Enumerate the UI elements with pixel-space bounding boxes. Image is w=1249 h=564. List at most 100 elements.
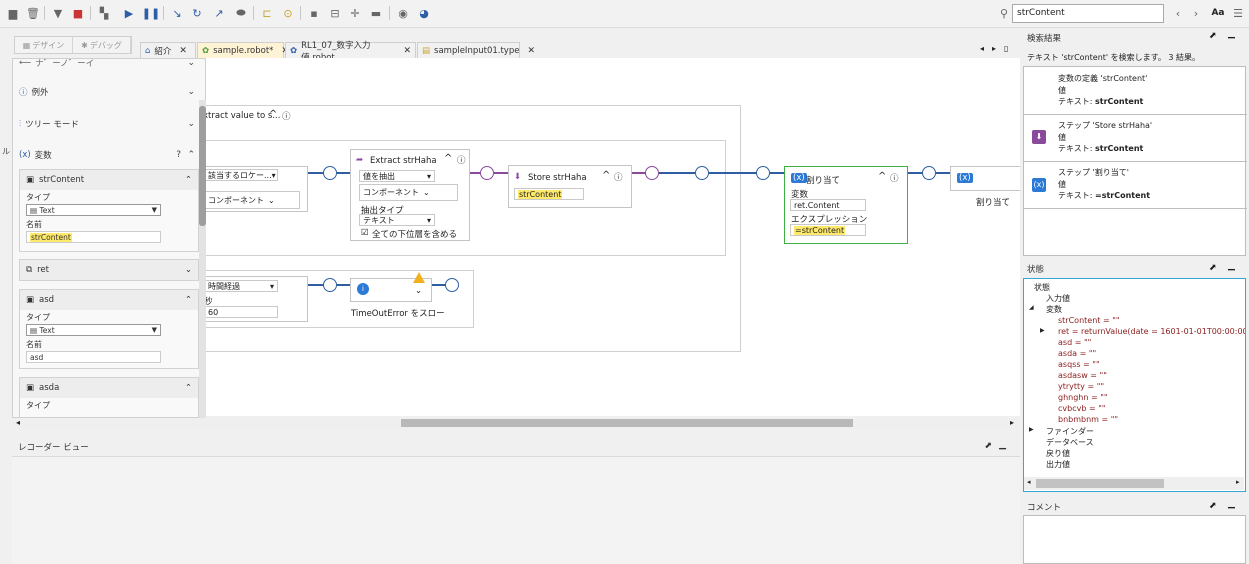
state-return[interactable]: 戻り値 (1046, 448, 1070, 459)
state-hscroll-thumb[interactable] (1036, 479, 1164, 488)
state-var[interactable]: strContent = "" (1058, 316, 1120, 325)
timer-value-field[interactable]: 60 (206, 306, 278, 318)
variable-header[interactable]: ▣ strContent ⌃ (20, 170, 198, 190)
tab-intro[interactable]: ⌂ 紹介 ✕ (140, 42, 196, 59)
next-result-icon[interactable]: › (1188, 5, 1204, 21)
delete-icon[interactable]: 🗑 (25, 5, 41, 21)
grid-icon[interactable]: ▪ (306, 5, 322, 21)
assign-var-field[interactable]: ret.Content (790, 199, 866, 211)
pin-icon[interactable]: ⬈ (984, 441, 992, 451)
tab-design[interactable]: ▦ デザイン (15, 37, 73, 53)
tab-debug[interactable]: ✱ デバッグ (73, 37, 131, 53)
minimize-icon[interactable]: ▁ (1228, 499, 1235, 509)
scroll-tabs-right-icon[interactable]: ▸ (992, 44, 996, 53)
collapsed-icon[interactable]: ▶ (1029, 426, 1034, 433)
pause-icon[interactable]: ❚❚ (142, 5, 160, 21)
pin-icon[interactable]: ⬈ (1209, 263, 1217, 273)
name-field[interactable]: strContent (26, 231, 161, 243)
tab-rl1-robot[interactable]: ✿ RL1_07_数字入力値.robot ✕ (285, 41, 416, 63)
comment-textarea[interactable] (1023, 515, 1246, 564)
extract-select[interactable]: 値を抽出 ▾ (359, 170, 435, 182)
globe-icon[interactable]: ◉ (395, 5, 411, 21)
store-value-field[interactable]: strContent (514, 188, 584, 200)
chevron-down-icon[interactable]: ⌄ (415, 286, 422, 296)
state-input[interactable]: 入力値 (1046, 293, 1070, 304)
flow-node[interactable] (480, 166, 494, 180)
timer-icon[interactable]: ⊙ (280, 5, 296, 21)
state-var[interactable]: asda = "" (1058, 349, 1096, 358)
component-select[interactable]: コンポーネント ⌄ (206, 191, 300, 209)
state-output[interactable]: 出力値 (1046, 459, 1070, 470)
section-tree-mode[interactable]: ⫶ ツリー モード ⌄ (19, 117, 195, 131)
cut-row[interactable]: ⟵ ナ゛ーノ゛ーイ ⌄ (19, 59, 195, 70)
extract-type-select[interactable]: テキスト ▾ (359, 214, 435, 226)
scroll-right-icon[interactable]: ▸ (1236, 478, 1240, 486)
state-var[interactable]: asdasw = "" (1058, 371, 1107, 380)
state-var[interactable]: bnbmbnm = "" (1058, 415, 1118, 424)
close-icon[interactable]: ✕ (527, 46, 535, 56)
canvas-hscroll-thumb[interactable] (401, 419, 853, 427)
flow-node[interactable] (445, 278, 459, 292)
collapsed-icon[interactable]: ▶ (1040, 327, 1045, 334)
state-var[interactable]: ret = returnValue(date = 1601-01-01T00:0… (1058, 327, 1245, 336)
close-icon[interactable]: ✕ (179, 46, 187, 56)
variable-header[interactable]: ▣ asd ⌃ (20, 290, 198, 310)
scroll-left-icon[interactable]: ◂ (1027, 478, 1031, 486)
save-icon[interactable]: ▆ (5, 5, 21, 21)
step-over-icon[interactable]: ↻ (189, 5, 205, 21)
flow-node[interactable] (645, 166, 659, 180)
scroll-right-icon[interactable]: ▸ (1010, 418, 1014, 427)
flow-node[interactable] (922, 166, 936, 180)
help-icon[interactable]: ⓘ (614, 171, 623, 183)
breakpoint-icon[interactable]: ⬬ (233, 5, 249, 21)
include-children-checkbox[interactable]: ☑ (361, 228, 369, 238)
component-icon[interactable]: ▬ (368, 5, 384, 21)
stop-icon[interactable]: ■ (70, 5, 86, 21)
pin-icon[interactable]: ⬈ (1209, 31, 1217, 41)
state-var[interactable]: asd = "" (1058, 338, 1091, 347)
variable-header[interactable]: ⧉ ret ⌄ (20, 260, 198, 280)
search-result-item[interactable]: ⬇ ステップ 'Store strHaha' 値 テキスト: strConten… (1024, 115, 1247, 162)
scroll-tabs-left-icon[interactable]: ◂ (980, 44, 984, 53)
close-icon[interactable]: ✕ (403, 46, 411, 56)
crosshair-icon[interactable]: ✛ (347, 5, 363, 21)
state-variables[interactable]: 変数 (1046, 304, 1062, 315)
timer-select[interactable]: 時間経過 ▾ (206, 280, 278, 292)
section-exceptions[interactable]: ⓘ 例外 ⌄ (19, 85, 195, 99)
state-var[interactable]: cvbcvb = "" (1058, 404, 1106, 413)
menu-icon[interactable]: ☰ (1230, 5, 1246, 21)
name-field[interactable]: asd (26, 351, 161, 363)
type-select[interactable]: ▤ Text ▼ (26, 324, 161, 336)
state-var[interactable]: asqss = "" (1058, 360, 1100, 369)
browser-icon[interactable]: ◕ (416, 5, 432, 21)
collapse-icon[interactable]: ^ (269, 109, 277, 120)
help-icon[interactable]: ⓘ (890, 172, 899, 184)
assign-expr-field[interactable]: =strContent (790, 224, 866, 236)
pin-icon[interactable]: ▼ (50, 5, 66, 21)
section-variables[interactable]: (x) 変数 ? ⌃ (19, 148, 195, 162)
search-input[interactable]: strContent (1012, 4, 1164, 23)
frame-icon[interactable]: ⊟ (327, 5, 343, 21)
match-case-button[interactable]: Aa (1208, 5, 1228, 21)
type-select[interactable]: ▤ Text ▼ (26, 204, 161, 216)
pin-icon[interactable]: ⬈ (1209, 501, 1217, 511)
tag-icon[interactable]: ⊏ (259, 5, 275, 21)
tab-list-icon[interactable]: ▯ (1004, 44, 1008, 53)
locator-select[interactable]: 該当するロケー... ▾ (206, 169, 278, 181)
tab-sample-type[interactable]: ▤ sampleInput01.type ✕ (417, 42, 535, 59)
extract-component-select[interactable]: コンポーネント ⌄ (359, 184, 458, 201)
clear-icon[interactable]: ▚ (96, 5, 112, 21)
minimize-icon[interactable]: ▁ (999, 440, 1006, 450)
state-var[interactable]: ghnghn = "" (1058, 393, 1108, 402)
flow-node[interactable] (756, 166, 770, 180)
help-icon[interactable]: ? (176, 150, 181, 160)
search-result-item[interactable]: (x) ステップ '割り当て' 値 テキスト: =strContent (1024, 162, 1247, 209)
state-var[interactable]: ytrytty = "" (1058, 382, 1104, 391)
help-icon[interactable]: ⓘ (457, 154, 466, 166)
minimize-icon[interactable]: ▁ (1228, 29, 1235, 39)
step-out-icon[interactable]: ↗ (211, 5, 227, 21)
variable-header[interactable]: ▣ asda ⌃ (20, 378, 198, 398)
run-icon[interactable]: ▶ (121, 5, 137, 21)
state-database[interactable]: データベース (1046, 437, 1094, 448)
collapse-icon[interactable]: ^ (878, 171, 886, 182)
